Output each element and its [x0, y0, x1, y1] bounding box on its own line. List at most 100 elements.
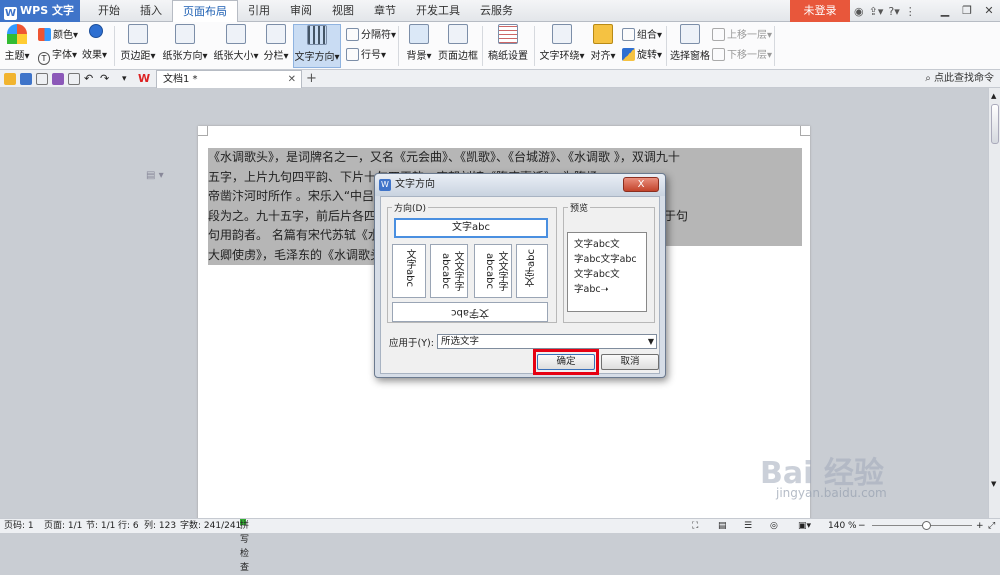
direction-option-flipped[interactable]: 文字abc: [392, 302, 548, 322]
send-backward-button[interactable]: 下移一层▾: [712, 46, 772, 61]
page-border-button[interactable]: 页面边框: [438, 24, 478, 62]
bring-forward-icon: [712, 28, 725, 41]
paper-size-button[interactable]: 纸张大小▾: [212, 24, 260, 62]
document-tab[interactable]: 文档1 * ✕: [156, 70, 302, 88]
ribbon-separator: [666, 26, 667, 66]
tab-cloud[interactable]: 云服务: [470, 0, 523, 22]
send-backward-label: 下移一层: [727, 50, 767, 61]
undo-icon[interactable]: ↶: [84, 73, 96, 85]
paragraph-layout-icon[interactable]: ▤ ▾: [146, 170, 164, 181]
preview-line: 文字abc文: [574, 269, 620, 280]
selection-pane-label: 选择窗格: [670, 51, 710, 62]
export-pdf-icon[interactable]: [68, 73, 80, 85]
apply-to-select[interactable]: 所选文字 ▼: [437, 334, 657, 349]
tab-insert[interactable]: 插入: [130, 0, 172, 22]
new-tab-icon[interactable]: +: [306, 70, 317, 88]
status-word-count[interactable]: 字数: 241/241: [180, 519, 241, 533]
effect-button[interactable]: 效果▾: [82, 46, 107, 61]
direction-option-vertical-stacked[interactable]: 文文字字abcabc: [430, 244, 468, 298]
close-tab-icon[interactable]: ✕: [288, 71, 296, 88]
margin-label: 页边距: [120, 51, 151, 62]
separator-button[interactable]: 分隔符▾: [346, 26, 396, 41]
tab-home[interactable]: 开始: [88, 0, 130, 22]
tab-page-layout[interactable]: 页面布局: [172, 0, 238, 23]
login-button[interactable]: 未登录: [790, 0, 850, 22]
direction-option-text: 文字abc: [526, 249, 537, 287]
theme-button[interactable]: 主题▾: [4, 24, 30, 62]
direction-option-vertical-rotated-ccw[interactable]: 文字abc: [516, 244, 548, 298]
zoom-level[interactable]: 140 %: [828, 519, 857, 533]
title-bar: WWPS 文字 ▾ 开始 插入 页面布局 引用 审阅 视图 章节 开发工具 云服…: [0, 0, 1000, 39]
selection-pane-button[interactable]: 选择窗格: [670, 24, 710, 62]
direction-option-vertical-rotated[interactable]: 文字abc: [392, 244, 426, 298]
more-icon[interactable]: ⋮: [905, 5, 916, 18]
zoom-out-icon[interactable]: −: [858, 519, 866, 533]
outline-view-icon[interactable]: ☰: [744, 519, 752, 533]
reading-mode-icon[interactable]: ▣▾: [798, 519, 811, 533]
scroll-down-icon[interactable]: ▼: [991, 480, 996, 488]
share-icon[interactable]: ⇪▾: [869, 5, 884, 18]
ribbon: 主题▾ 颜色▾ T 字体▾ 效果▾ 页边距▾ 纸张方向▾ 纸张大小▾ 分栏▾ 文字…: [0, 22, 1000, 70]
tab-review[interactable]: 审阅: [280, 0, 322, 22]
print-icon[interactable]: [52, 73, 64, 85]
redo-icon[interactable]: ↷: [100, 73, 112, 85]
fit-page-icon[interactable]: ⤢: [988, 519, 995, 533]
cancel-button[interactable]: 取消: [601, 354, 659, 370]
scroll-up-icon[interactable]: ▲: [991, 92, 996, 100]
bring-forward-button[interactable]: 上移一层▾: [712, 26, 772, 41]
orientation-button[interactable]: 纸张方向▾: [162, 24, 208, 62]
line-number-button[interactable]: 行号▾: [346, 46, 386, 61]
preview-line-text: 字abc: [574, 284, 601, 295]
minimize-icon[interactable]: ▁: [934, 0, 956, 22]
zoom-in-icon[interactable]: +: [976, 519, 984, 533]
tab-developer[interactable]: 开发工具: [406, 0, 470, 22]
grid-paper-button[interactable]: 稿纸设置: [488, 24, 528, 62]
app-menu-button[interactable]: WWPS 文字 ▾: [0, 0, 80, 39]
wps-logo-icon: W: [4, 7, 17, 20]
vertical-scrollbar[interactable]: ▲ ▼: [988, 88, 1000, 518]
zoom-slider-thumb[interactable]: [922, 521, 931, 530]
line-number-icon: [346, 48, 359, 61]
margin-button[interactable]: 页边距▾: [120, 24, 156, 62]
apply-to-value: 所选文字: [441, 336, 480, 347]
rotate-button[interactable]: 旋转▾: [622, 46, 662, 61]
dialog-body: 方向(D) 文字abc 文字abc 文文字字abcabc 文文字字abcabc …: [380, 196, 660, 375]
open-icon[interactable]: [4, 73, 16, 85]
direction-option-text: 文字abc: [451, 307, 489, 318]
effect-icon-button[interactable]: [86, 24, 106, 41]
send-backward-icon: [712, 48, 725, 61]
color-button[interactable]: 颜色▾: [38, 26, 78, 41]
columns-button[interactable]: 分栏▾: [262, 24, 290, 62]
font-button[interactable]: T 字体▾: [38, 46, 77, 65]
tab-chapter[interactable]: 章节: [364, 0, 406, 22]
scroll-thumb[interactable]: [991, 104, 999, 144]
skin-icon[interactable]: ◉: [854, 5, 864, 18]
tab-references[interactable]: 引用: [238, 0, 280, 22]
background-button[interactable]: 背景▾: [404, 24, 434, 62]
dialog-close-button[interactable]: X: [623, 177, 659, 192]
help-icon[interactable]: ?▾: [888, 5, 899, 18]
direction-option-horizontal[interactable]: 文字abc: [394, 218, 548, 238]
search-command[interactable]: ⌕ 点此查找命令: [925, 70, 994, 88]
fullscreen-icon[interactable]: ⛶: [692, 519, 698, 533]
page-view-icon[interactable]: ▤: [718, 519, 727, 533]
direction-option-vertical-stacked-rtl[interactable]: 文文字字abcabc: [474, 244, 512, 298]
direction-option-text: 文文字字abcabc: [440, 251, 463, 291]
save-icon[interactable]: [20, 73, 32, 85]
print-preview-icon[interactable]: [36, 73, 48, 85]
separator-icon: [346, 28, 359, 41]
close-icon[interactable]: ✕: [978, 0, 1000, 22]
dialog-title-bar[interactable]: W 文字方向 X: [375, 174, 665, 196]
customize-icon[interactable]: ▾: [122, 73, 134, 85]
tab-view[interactable]: 视图: [322, 0, 364, 22]
ok-button[interactable]: 确定: [537, 354, 595, 370]
restore-icon[interactable]: ❐: [956, 0, 978, 22]
text-direction-button[interactable]: 文字方向▾: [293, 24, 341, 68]
columns-label: 分栏: [263, 51, 284, 62]
text-wrap-button[interactable]: 文字环绕▾: [538, 24, 586, 62]
align-button[interactable]: 对齐▾: [590, 24, 616, 62]
page-border-icon: [448, 24, 468, 44]
web-view-icon[interactable]: ◎: [770, 519, 778, 533]
margin-icon: [128, 24, 148, 44]
group-button[interactable]: 组合▾: [622, 26, 662, 41]
